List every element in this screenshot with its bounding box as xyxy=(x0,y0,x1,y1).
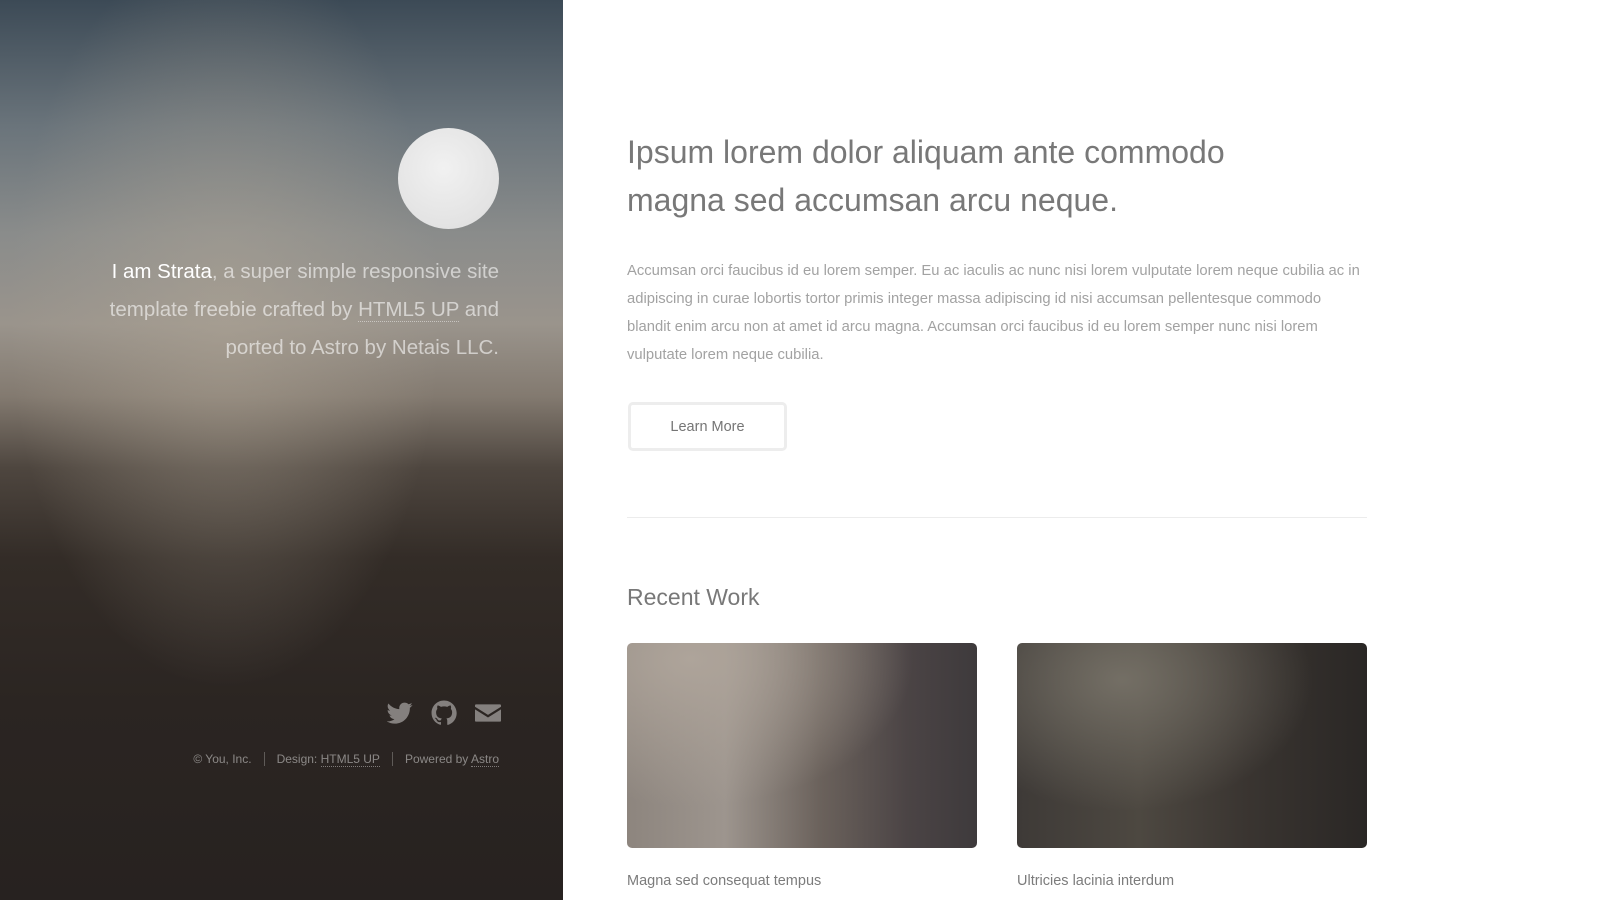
design-link[interactable]: HTML5 UP xyxy=(320,752,380,767)
astro-link[interactable]: Astro xyxy=(470,752,499,767)
design-label: Design: xyxy=(276,752,321,766)
work-thumbnail[interactable] xyxy=(1017,643,1367,848)
github-icon[interactable] xyxy=(431,700,457,726)
intro-text: I am Strata, a super simple responsive s… xyxy=(69,253,499,367)
footer-separator xyxy=(391,752,393,766)
work-caption: Ultricies lacinia interdum xyxy=(1017,873,1175,889)
social-links xyxy=(386,700,501,726)
copyright-footer: © You, Inc. Design: HTML5 UP Powered by … xyxy=(193,752,499,767)
avatar[interactable] xyxy=(398,128,499,229)
recent-work-title: Recent Work xyxy=(627,584,760,610)
envelope-icon[interactable] xyxy=(475,700,501,726)
powered-label: Powered by xyxy=(404,752,471,766)
work-thumbnail[interactable] xyxy=(627,643,977,848)
main-content: Ipsum lorem dolor aliquam ante commodo m… xyxy=(627,0,1367,900)
page-headline: Ipsum lorem dolor aliquam ante commodo m… xyxy=(627,134,1225,218)
html5up-link[interactable]: HTML5 UP xyxy=(358,298,460,322)
page: I am Strata, a super simple responsive s… xyxy=(0,0,1600,900)
intro-paragraph: Accumsan orci faucibus id eu lorem sempe… xyxy=(627,263,1360,363)
twitter-icon[interactable] xyxy=(386,700,413,726)
work-caption: Magna sed consequat tempus xyxy=(627,873,822,889)
intro-name: I am Strata xyxy=(111,260,212,283)
copyright-text: © You, Inc. xyxy=(193,752,252,766)
sidebar-header: I am Strata, a super simple responsive s… xyxy=(0,0,563,900)
learn-more-button[interactable]: Learn More xyxy=(628,402,787,451)
section-divider xyxy=(627,517,1367,518)
work-item: Magna sed consequat tempus xyxy=(627,643,977,889)
footer-separator xyxy=(263,752,265,766)
design-credit: Design: HTML5 UP xyxy=(276,752,380,767)
powered-credit: Powered by Astro xyxy=(404,752,499,767)
work-item: Ultricies lacinia interdum xyxy=(1017,643,1367,889)
